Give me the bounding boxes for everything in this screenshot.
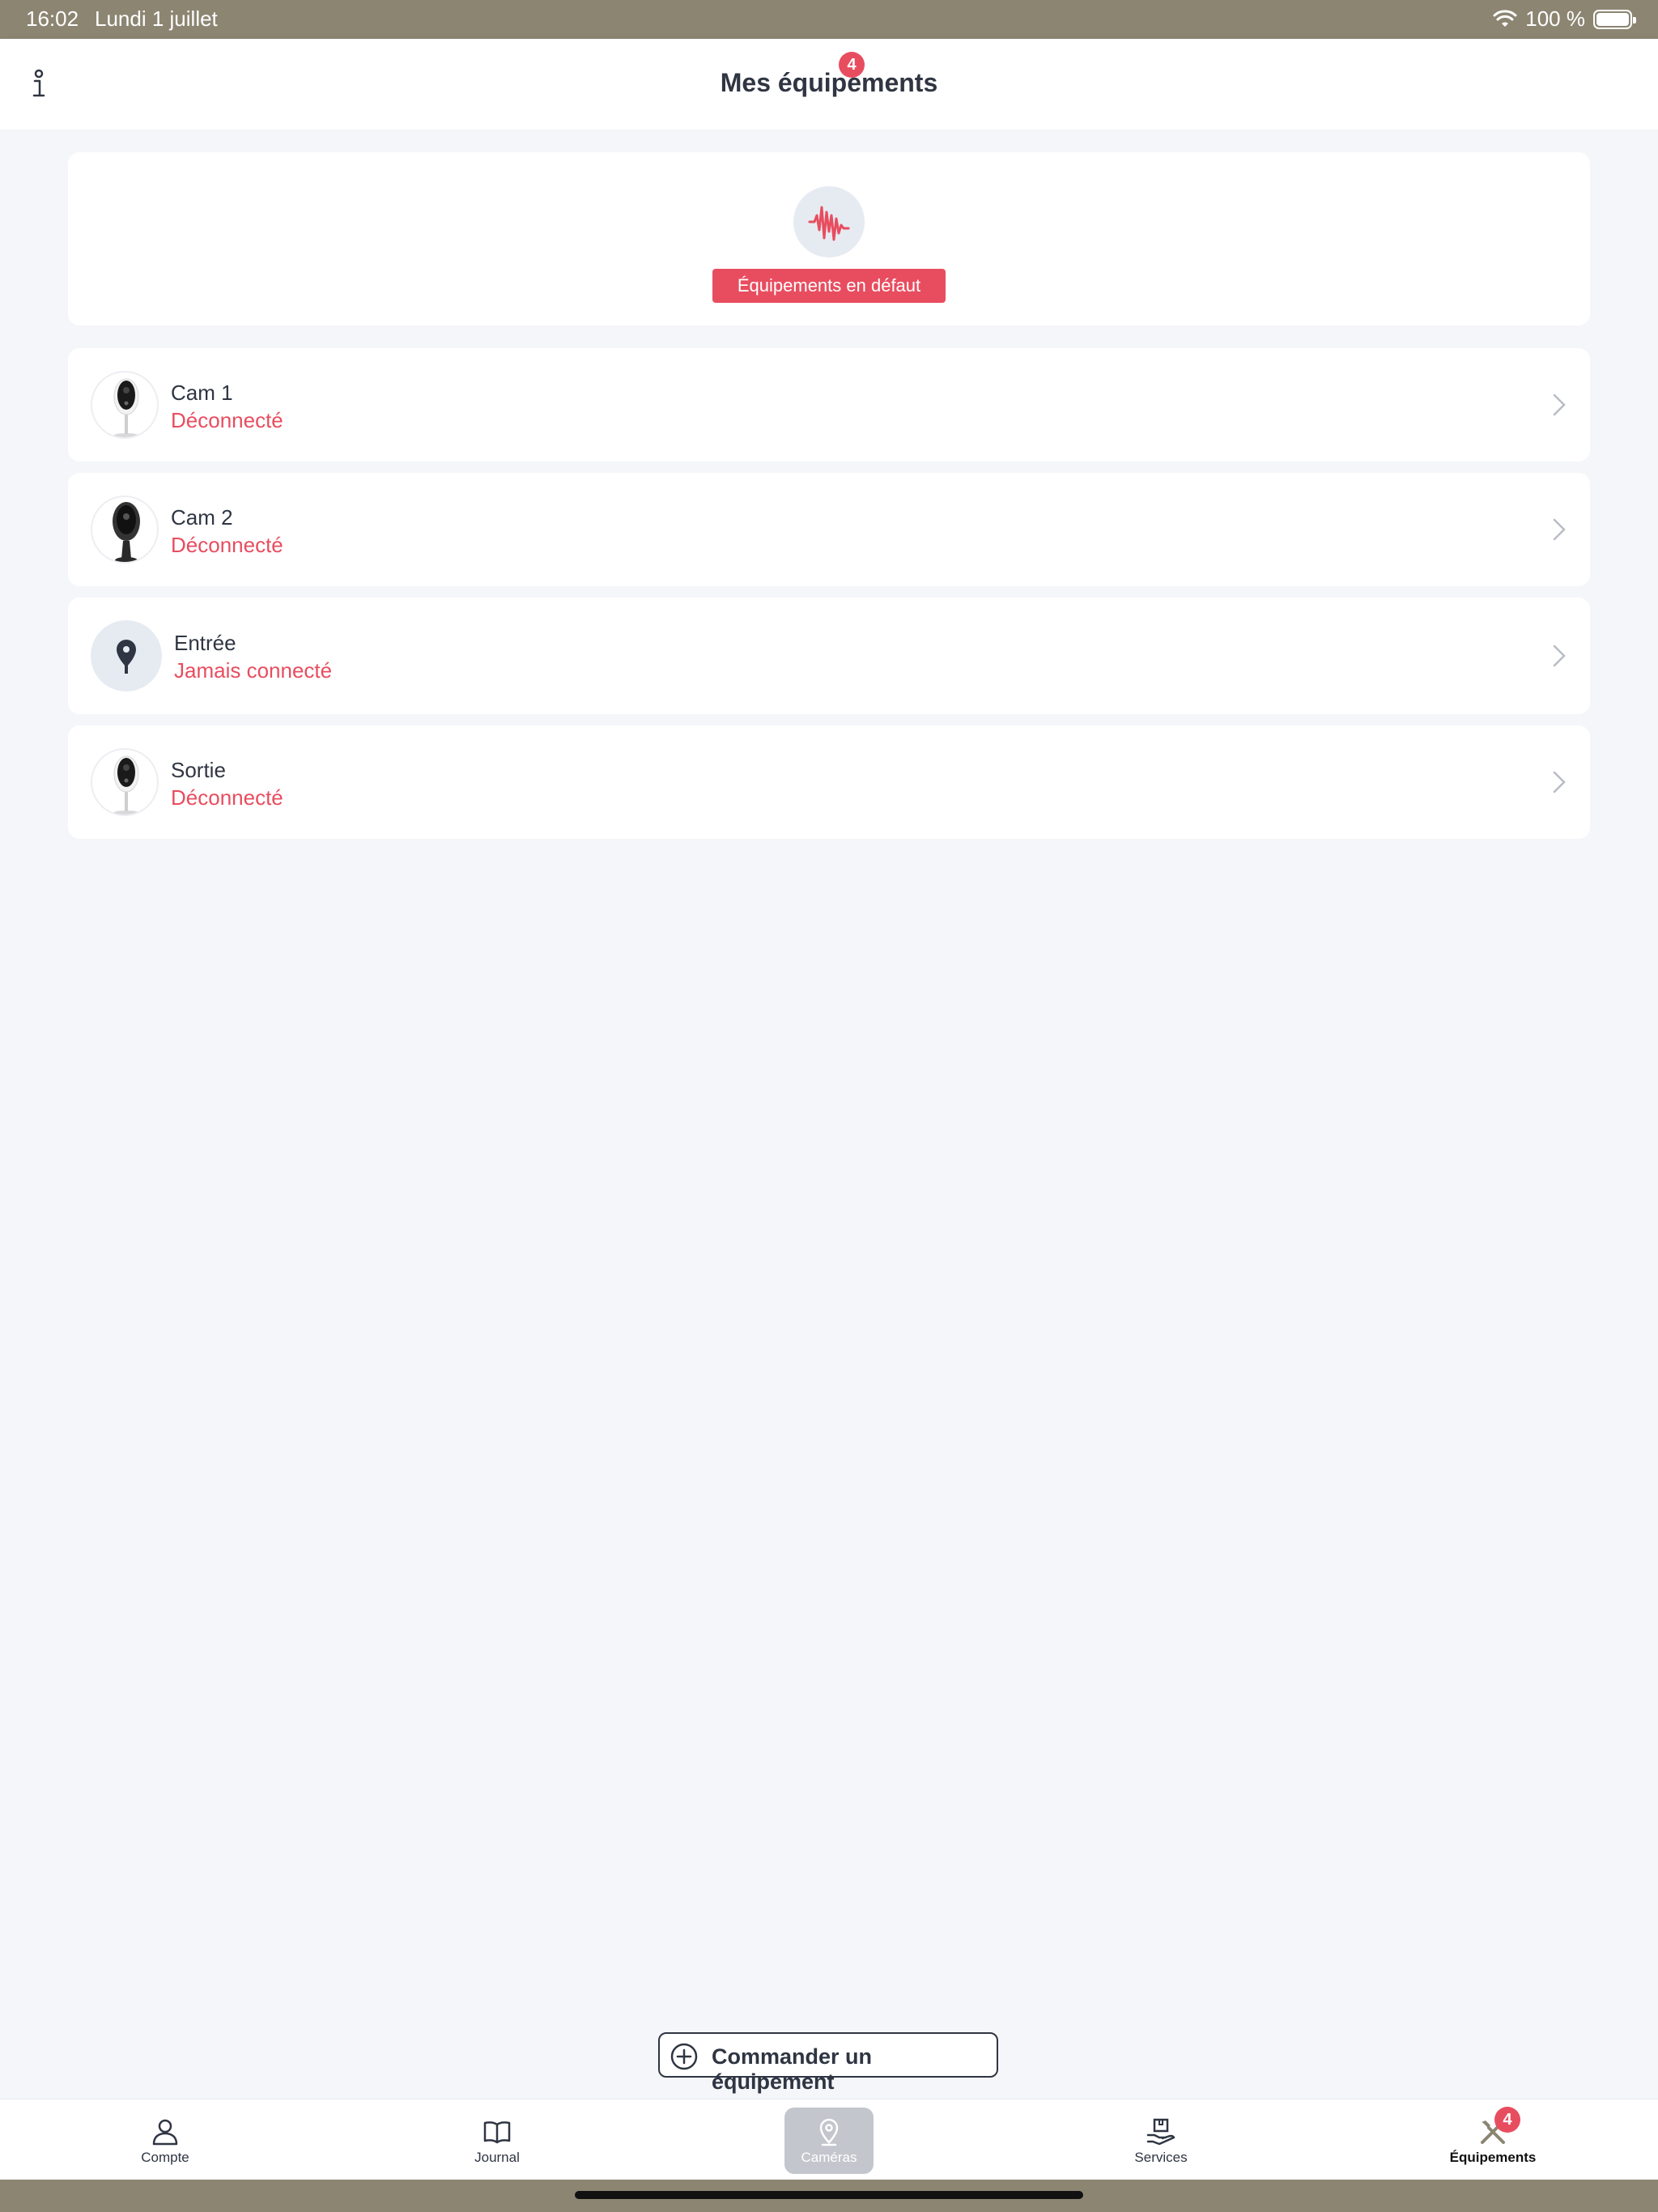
- alert-count-badge: 4: [839, 52, 865, 78]
- tab-cameras[interactable]: Caméras: [748, 2099, 910, 2180]
- order-equipment-label: Commander un équipement: [712, 2044, 873, 2094]
- chevron-right-icon: [1553, 644, 1566, 667]
- tab-journal[interactable]: Journal: [416, 2099, 578, 2180]
- device-status: Déconnecté: [171, 408, 283, 432]
- camera-black-icon: [91, 496, 159, 564]
- tab-label: Équipements: [1449, 2150, 1537, 2165]
- wifi-icon: [1493, 9, 1517, 27]
- sound-wave-icon: [808, 206, 850, 241]
- battery-percentage: 100 %: [1525, 6, 1585, 31]
- alert-icon-circle: [793, 186, 865, 257]
- tab-label: Caméras: [801, 2150, 857, 2165]
- chevron-right-icon: [1553, 393, 1566, 416]
- device-status: Déconnecté: [171, 533, 283, 557]
- header: Mes équipements: [0, 39, 1658, 130]
- tab-services[interactable]: Services: [1080, 2099, 1242, 2180]
- device-row-entree[interactable]: Entrée Jamais connecté: [68, 598, 1590, 714]
- device-row-sortie[interactable]: Sortie Déconnecté: [68, 725, 1590, 839]
- status-bar: 16:02 Lundi 1 juillet 100 %: [0, 0, 1658, 39]
- status-date: Lundi 1 juillet: [95, 6, 218, 31]
- device-name: Sortie: [171, 758, 226, 782]
- plus-circle-icon: [670, 2043, 698, 2070]
- device-row-cam-1[interactable]: Cam 1 Déconnecté: [68, 348, 1590, 462]
- device-status: Jamais connecté: [174, 658, 333, 683]
- location-pin-icon: [91, 620, 162, 691]
- status-time: 16:02: [26, 6, 79, 31]
- camera-white-icon: [91, 371, 159, 439]
- tab-label: Services: [1134, 2150, 1188, 2165]
- services-icon: [1146, 2118, 1175, 2146]
- tab-bar: Compte Journal Caméras Services Équipeme…: [0, 2099, 1658, 2180]
- tab-compte[interactable]: Compte: [84, 2099, 246, 2180]
- tab-badge: 4: [1494, 2107, 1520, 2133]
- camera-white-icon: [91, 748, 159, 816]
- chevron-right-icon: [1553, 518, 1566, 541]
- device-name: Cam 1: [171, 381, 233, 405]
- chevron-right-icon: [1553, 771, 1566, 793]
- battery-icon: [1593, 9, 1636, 29]
- user-icon: [152, 2119, 178, 2146]
- location-pin-icon: [819, 2118, 839, 2146]
- alert-label[interactable]: Équipements en défaut: [712, 269, 946, 303]
- home-indicator[interactable]: [575, 2191, 1083, 2199]
- device-status: Déconnecté: [171, 785, 283, 810]
- home-indicator-area: [0, 2180, 1658, 2212]
- tab-equipements[interactable]: Équipements: [1412, 2099, 1574, 2180]
- tab-label: Journal: [474, 2150, 520, 2165]
- tab-label: Compte: [141, 2150, 189, 2165]
- device-row-cam-2[interactable]: Cam 2 Déconnecté: [68, 473, 1590, 586]
- device-name: Cam 2: [171, 505, 233, 530]
- book-icon: [483, 2121, 511, 2144]
- status-indicators: 100 %: [1493, 6, 1636, 32]
- page-title: Mes équipements: [720, 68, 938, 97]
- order-equipment-button[interactable]: Commander un équipement: [658, 2032, 998, 2094]
- device-name: Entrée: [174, 631, 236, 655]
